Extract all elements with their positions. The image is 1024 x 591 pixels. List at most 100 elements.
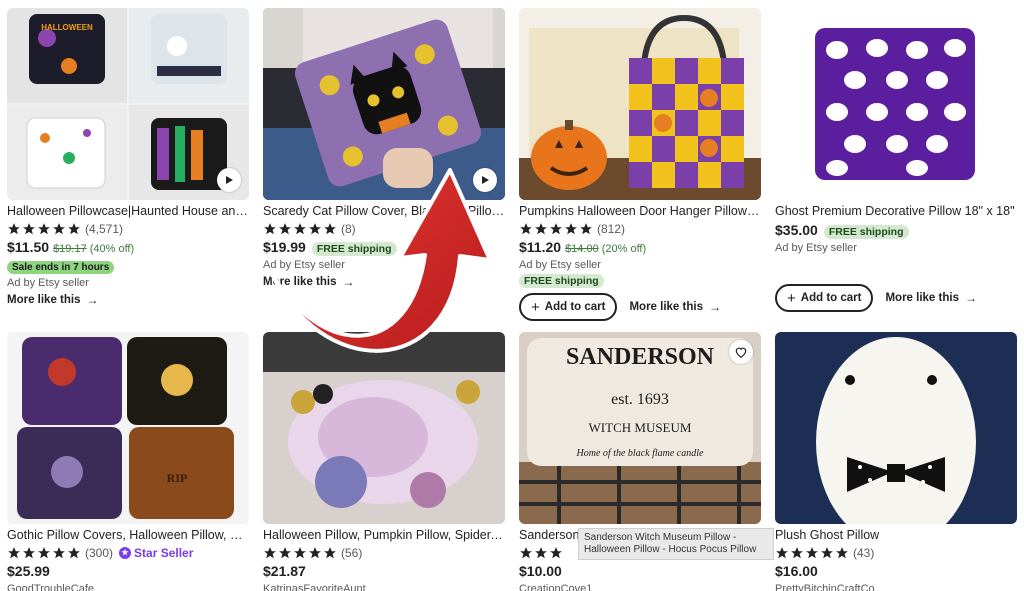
listing-image[interactable] — [519, 8, 761, 200]
review-count: (812) — [597, 221, 626, 236]
listing-title[interactable]: Halloween Pillow, Pumpkin Pillow, Spider… — [263, 528, 505, 543]
add-to-cart-button[interactable]: + Add to cart — [519, 293, 618, 321]
star-icon — [263, 546, 277, 560]
listing-grid: HALLOWEEN Halloween Pillowcase|Haunted H… — [0, 0, 1024, 591]
shop-name[interactable]: CreationCove1 — [519, 583, 761, 591]
add-to-cart-label: Add to cart — [544, 301, 606, 313]
star-icon — [293, 546, 307, 560]
rating: (812) — [519, 221, 761, 236]
star-icon — [67, 546, 81, 560]
star-icon — [790, 546, 804, 560]
star-rating — [775, 546, 849, 560]
star-icon — [263, 222, 277, 236]
star-icon — [52, 222, 66, 236]
sale-badge: Sale ends in 7 hours — [7, 261, 115, 274]
star-icon — [519, 546, 533, 560]
listing-image[interactable] — [775, 332, 1017, 524]
star-rating — [519, 222, 593, 236]
star-icon — [37, 546, 51, 560]
listing-title[interactable]: Halloween Pillowcase|Haunted House and .… — [7, 204, 249, 219]
star-icon — [22, 222, 36, 236]
add-to-cart-button[interactable]: + Add to cart — [775, 284, 874, 312]
card-actions: + Add to cart More like this → — [519, 293, 761, 321]
star-icon — [534, 222, 548, 236]
review-count: (56) — [341, 545, 363, 560]
pillow-word: est. 1693 — [611, 391, 669, 408]
title-tooltip: Sanderson Witch Museum Pillow - Hallowee… — [578, 528, 774, 560]
more-like-this-label: More like this — [885, 292, 959, 304]
listing-title[interactable]: Ghost Premium Decorative Pillow 18" x 18… — [775, 204, 1017, 219]
price: $10.00 — [519, 563, 562, 579]
plus-icon: + — [531, 298, 540, 316]
price: $11.50 — [7, 239, 50, 255]
more-like-this-button[interactable]: More like this → — [885, 291, 977, 305]
star-icon — [52, 546, 66, 560]
rating: (4,571) — [7, 221, 249, 236]
listing-title[interactable]: Pumpkins Halloween Door Hanger Pillow W.… — [519, 204, 761, 219]
listing-card[interactable]: Plush Ghost Pillow (43) $16.00 PrettyBit… — [775, 332, 1017, 591]
listing-image[interactable] — [775, 8, 1017, 200]
more-like-this-label: More like this — [7, 294, 81, 306]
discount: (20% off) — [601, 243, 647, 255]
price-row: $19.99 FREE shipping — [263, 239, 505, 257]
star-icon — [805, 546, 819, 560]
add-to-cart-label: Add to cart — [800, 292, 862, 304]
shop-name[interactable]: PrettyBitchinCraftCo — [775, 583, 1017, 591]
ad-label: Ad by Etsy seller — [7, 277, 89, 289]
pillow-word: RIP — [167, 471, 188, 485]
star-icon — [278, 546, 292, 560]
price-row: $11.50 $19.17 (40% off) — [7, 239, 249, 257]
favorite-button[interactable] — [729, 340, 753, 364]
arrow-right-icon: → — [86, 293, 99, 307]
listing-card[interactable]: Halloween Pillow, Pumpkin Pillow, Spider… — [263, 332, 505, 591]
price: $21.87 — [263, 563, 306, 579]
arrow-right-icon: → — [342, 275, 355, 289]
listing-title[interactable]: Scaredy Cat Pillow Cover, Black Cat Pill… — [263, 204, 505, 219]
price: $35.00 — [775, 222, 818, 238]
rating: (300) ★ Star Seller — [7, 545, 249, 560]
listing-image[interactable]: HALLOWEEN — [7, 8, 249, 200]
play-video-button[interactable] — [217, 168, 241, 192]
star-icon — [820, 546, 834, 560]
star-seller-label: Star Seller — [134, 545, 194, 560]
listing-card[interactable]: Scaredy Cat Pillow Cover, Black Cat Pill… — [263, 8, 505, 289]
listing-image[interactable]: RIP — [7, 332, 249, 524]
play-icon — [226, 176, 233, 184]
play-video-button[interactable] — [473, 168, 497, 192]
star-icon — [293, 222, 307, 236]
more-like-this-button[interactable]: More like this → — [629, 300, 721, 314]
arrow-right-icon: → — [964, 291, 977, 305]
ad-label: Ad by Etsy seller — [519, 259, 601, 271]
ad-label: Ad by Etsy seller — [263, 259, 345, 271]
shop-name[interactable]: GoodTroubleCafe — [7, 583, 249, 591]
ad-label: Ad by Etsy seller — [775, 242, 857, 254]
star-icon — [22, 546, 36, 560]
original-price: $14.00 — [565, 243, 599, 255]
star-icon — [549, 222, 563, 236]
star-rating — [7, 222, 81, 236]
listing-card[interactable]: Pumpkins Halloween Door Hanger Pillow W.… — [519, 8, 761, 321]
heart-icon — [735, 347, 747, 358]
listing-title[interactable]: Plush Ghost Pillow — [775, 528, 1017, 543]
rating: (56) — [263, 545, 505, 560]
more-like-this-button[interactable]: More like this → — [7, 293, 249, 307]
review-count: (43) — [853, 545, 875, 560]
pillow-word: SANDERSON — [566, 344, 715, 370]
listing-card[interactable]: Ghost Premium Decorative Pillow 18" x 18… — [775, 8, 1017, 312]
star-icon — [308, 546, 322, 560]
price-row: $16.00 — [775, 563, 1017, 581]
star-icon — [37, 222, 51, 236]
listing-title[interactable]: Gothic Pillow Covers, Halloween Pillow, … — [7, 528, 249, 543]
listing-image[interactable] — [263, 8, 505, 200]
star-seller-icon: ★ — [119, 546, 132, 559]
listing-image[interactable]: SANDERSON est. 1693 WITCH MUSEUM Home of… — [519, 332, 761, 524]
listing-image[interactable] — [263, 332, 505, 524]
star-rating — [263, 546, 337, 560]
free-shipping-badge: FREE shipping — [823, 225, 909, 239]
shop-name[interactable]: KatrinasFavoriteAunt — [263, 583, 505, 591]
more-like-this-button[interactable]: More like this → — [263, 275, 505, 289]
listing-card[interactable]: HALLOWEEN Halloween Pillowcase|Haunted H… — [7, 8, 249, 307]
star-icon — [775, 546, 789, 560]
listing-card[interactable]: RIP Gothic Pillow Covers, Halloween Pill… — [7, 332, 249, 591]
price-row: $10.00 — [519, 563, 761, 581]
